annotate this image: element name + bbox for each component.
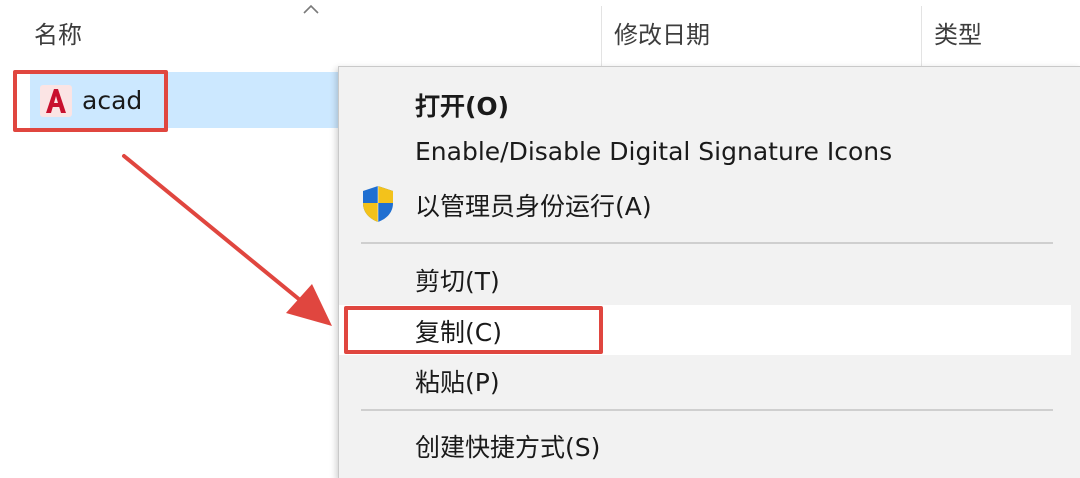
menu-item-run-as-admin[interactable]: 以管理员身份运行(A) — [339, 179, 1071, 229]
column-header: 名称 修改日期 类型 — [0, 0, 1080, 66]
uac-shield-icon — [363, 186, 393, 222]
context-menu: 打开(O) Enable/Disable Digital Signature I… — [338, 66, 1080, 478]
menu-item-label: 以管理员身份运行(A) — [415, 192, 652, 221]
column-divider[interactable] — [921, 6, 922, 66]
sort-ascending-icon — [303, 4, 319, 14]
menu-item-open[interactable]: 打开(O) — [339, 79, 1071, 129]
menu-item-label: 创建快捷方式(S) — [415, 433, 601, 462]
annotation-box-file — [13, 70, 168, 132]
menu-item-label: 剪切(T) — [415, 267, 500, 296]
menu-item-label: Enable/Disable Digital Signature Icons — [415, 137, 893, 166]
menu-separator — [361, 409, 1053, 411]
screenshot-stage: 名称 修改日期 类型 acad 打开(O) Enable/Disable Dig… — [0, 0, 1080, 478]
menu-item-create-shortcut[interactable]: 创建快捷方式(S) — [339, 419, 1071, 471]
column-header-date-modified[interactable]: 修改日期 — [614, 0, 914, 66]
menu-item-label: 打开(O) — [415, 92, 510, 121]
menu-item-cut[interactable]: 剪切(T) — [339, 253, 1071, 305]
menu-separator — [361, 242, 1053, 244]
column-divider[interactable] — [601, 6, 602, 66]
annotation-box-copy — [344, 306, 603, 354]
menu-item-label: 粘贴(P) — [415, 368, 500, 397]
menu-item-digital-signature[interactable]: Enable/Disable Digital Signature Icons — [339, 129, 1071, 179]
column-header-type[interactable]: 类型 — [934, 0, 1080, 66]
menu-item-paste[interactable]: 粘贴(P) — [339, 355, 1071, 405]
